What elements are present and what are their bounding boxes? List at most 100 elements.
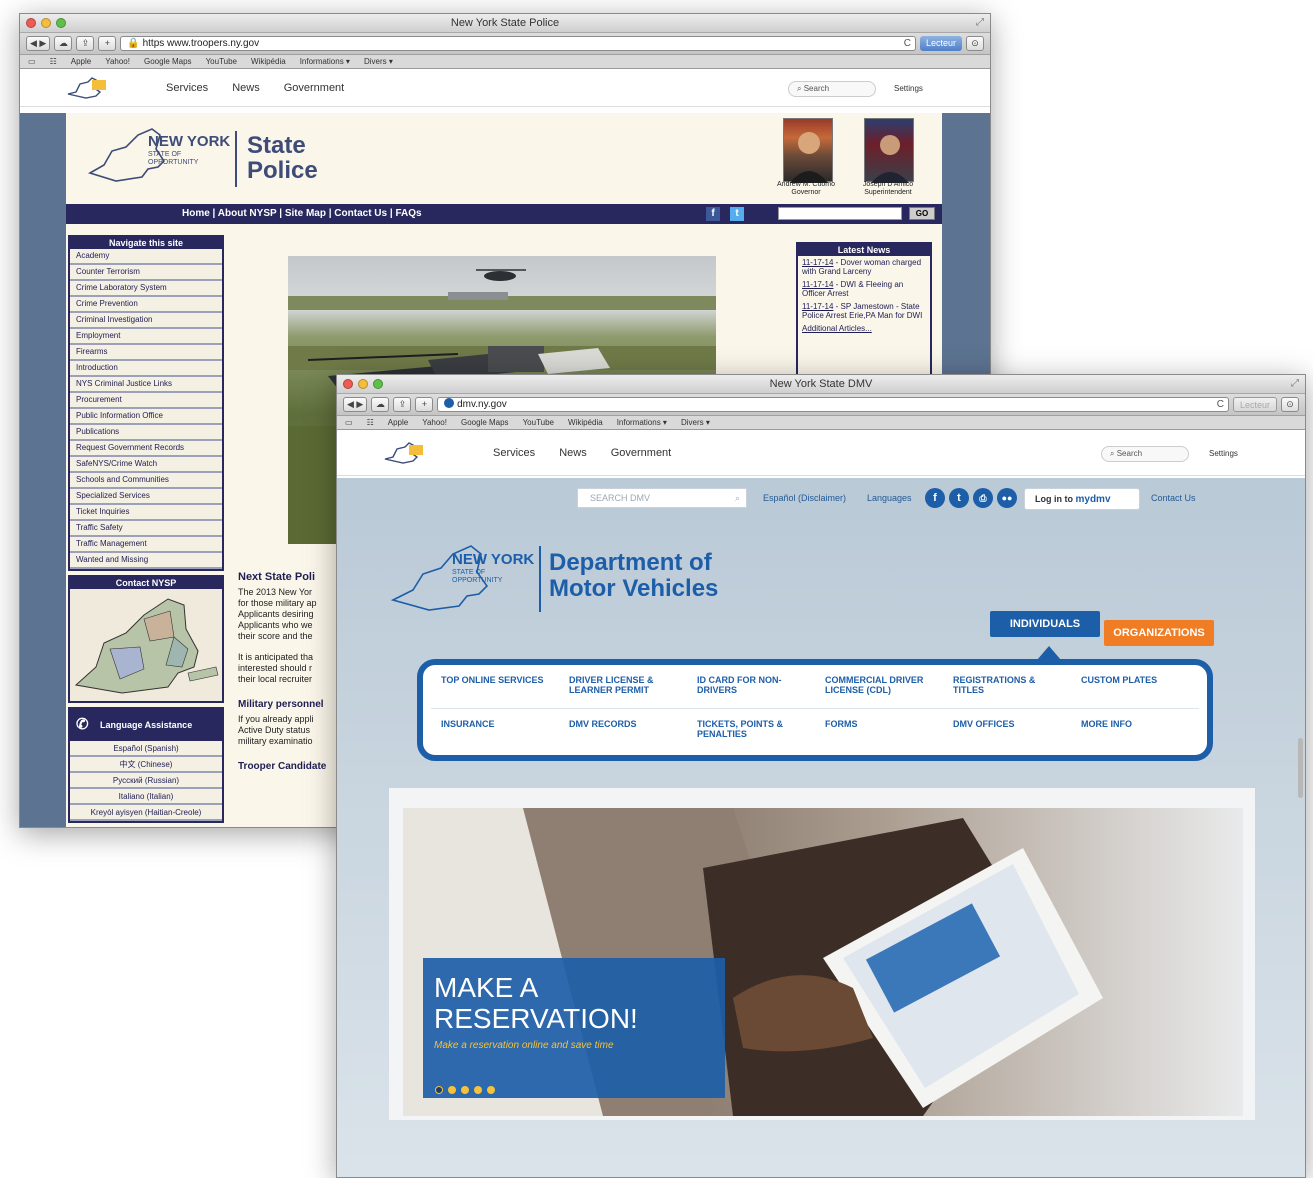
twitter-icon[interactable]: t: [730, 207, 744, 221]
bookmark-item[interactable]: Wikipédia: [251, 57, 286, 66]
sidebar-item[interactable]: SafeNYS/Crime Watch: [70, 457, 222, 473]
nav-government[interactable]: Government: [284, 82, 345, 94]
sidebar-item[interactable]: Counter Terrorism: [70, 265, 222, 281]
sidebar-item[interactable]: Procurement: [70, 393, 222, 409]
tab-organizations[interactable]: ORGANIZATIONS: [1104, 620, 1214, 646]
police-nav-links[interactable]: Home | About NYSP | Site Map | Contact U…: [182, 208, 422, 219]
carousel-dot[interactable]: [487, 1086, 495, 1094]
nav-news[interactable]: News: [232, 82, 260, 94]
back-forward-button[interactable]: ◀ ▶: [26, 36, 51, 51]
go-button[interactable]: GO: [909, 207, 935, 220]
sidebar-item[interactable]: Wanted and Missing: [70, 553, 222, 569]
top-sites-icon[interactable]: ☷: [50, 57, 57, 66]
language-item[interactable]: Kreyòl ayisyen (Haitian-Creole): [70, 805, 222, 821]
search-icon[interactable]: ⌕: [735, 489, 740, 507]
language-item[interactable]: Español (Spanish): [70, 741, 222, 757]
sidebar-item[interactable]: Crime Prevention: [70, 297, 222, 313]
icloud-tabs-icon[interactable]: ☁: [54, 36, 73, 51]
sidebar-item[interactable]: Academy: [70, 249, 222, 265]
bookmark-item[interactable]: YouTube: [523, 418, 554, 427]
print-icon[interactable]: ⎙: [973, 488, 993, 508]
menu-item[interactable]: DMV OFFICES: [943, 709, 1071, 753]
sidebar-item[interactable]: Schools and Communities: [70, 473, 222, 489]
reservation-banner[interactable]: MAKE A RESERVATION! Make a reservation on…: [423, 958, 725, 1098]
news-date[interactable]: 11-17-14: [802, 302, 833, 311]
share-icon[interactable]: ⇪: [393, 397, 412, 412]
menu-item[interactable]: REGISTRATIONS & TITLES: [943, 665, 1071, 709]
facebook-icon[interactable]: f: [706, 207, 720, 221]
top-sites-icon[interactable]: ☷: [367, 418, 374, 427]
language-item[interactable]: 中文 (Chinese): [70, 757, 222, 773]
superintendent-portrait[interactable]: [864, 118, 914, 183]
sidebar-item[interactable]: Crime Laboratory System: [70, 281, 222, 297]
menu-item[interactable]: INSURANCE: [431, 709, 559, 753]
menu-item[interactable]: TICKETS, POINTS & PENALTIES: [687, 709, 815, 753]
fullscreen-icon[interactable]: ⤢: [976, 17, 984, 28]
menu-item[interactable]: DRIVER LICENSE & LEARNER PERMIT: [559, 665, 687, 709]
bookmark-item[interactable]: Divers ▾: [681, 418, 710, 427]
twitter-icon[interactable]: t: [949, 488, 969, 508]
reading-list-icon[interactable]: ▭: [345, 418, 353, 427]
nav-government[interactable]: Government: [611, 447, 672, 459]
scrollbar[interactable]: [1298, 738, 1303, 798]
carousel-dot[interactable]: [474, 1086, 482, 1094]
sidebar-item[interactable]: NYS Criminal Justice Links: [70, 377, 222, 393]
carousel-dot[interactable]: [448, 1086, 456, 1094]
news-more-link[interactable]: Additional Articles...: [798, 322, 930, 335]
bookmark-item[interactable]: Yahoo!: [422, 418, 447, 427]
bookmark-item[interactable]: Apple: [71, 57, 91, 66]
reload-icon[interactable]: C: [904, 37, 911, 50]
login-mydmv-button[interactable]: Log in to mydmv: [1024, 488, 1140, 510]
language-item[interactable]: Italiano (Italian): [70, 789, 222, 805]
nygov-settings-link[interactable]: Settings: [1209, 449, 1238, 458]
menu-item[interactable]: DMV RECORDS: [559, 709, 687, 753]
sidebar-item[interactable]: Public Information Office: [70, 409, 222, 425]
bookmark-item[interactable]: Informations ▾: [300, 57, 350, 66]
bookmark-item[interactable]: Yahoo!: [105, 57, 130, 66]
languages-link[interactable]: Languages: [867, 493, 912, 503]
sidebar-item[interactable]: Request Government Records: [70, 441, 222, 457]
sidebar-item[interactable]: Traffic Management: [70, 537, 222, 553]
governor-portrait[interactable]: [783, 118, 833, 183]
news-item[interactable]: 11-17-14 - Dover woman charged with Gran…: [798, 256, 930, 278]
reload-icon[interactable]: C: [1217, 398, 1224, 411]
reading-list-icon[interactable]: ▭: [28, 57, 36, 66]
bookmark-item[interactable]: Google Maps: [144, 57, 192, 66]
carousel-dot[interactable]: [435, 1086, 443, 1094]
menu-item[interactable]: COMMERCIAL DRIVER LICENSE (CDL): [815, 665, 943, 709]
downloads-icon[interactable]: ⊙: [1281, 397, 1299, 412]
news-item[interactable]: 11-17-14 - DWI & Fleeing an Officer Arre…: [798, 278, 930, 300]
nygov-search-input[interactable]: ⌕ Search: [1101, 446, 1189, 462]
menu-item[interactable]: MORE INFO: [1071, 709, 1199, 753]
nygov-search-input[interactable]: ⌕ Search: [788, 81, 876, 97]
nygov-logo-icon[interactable]: [66, 76, 110, 100]
sidebar-item[interactable]: Firearms: [70, 345, 222, 361]
flickr-icon[interactable]: ●●: [997, 488, 1017, 508]
nav-services[interactable]: Services: [166, 82, 208, 94]
menu-item[interactable]: TOP ONLINE SERVICES: [431, 665, 559, 709]
tab-individuals[interactable]: INDIVIDUALS: [990, 611, 1100, 637]
reader-button[interactable]: Lecteur: [919, 36, 962, 51]
menu-item[interactable]: FORMS: [815, 709, 943, 753]
new-tab-button[interactable]: +: [98, 36, 117, 51]
share-icon[interactable]: ⇪: [76, 36, 95, 51]
nygov-settings-link[interactable]: Settings: [894, 84, 923, 93]
police-search-input[interactable]: [778, 207, 902, 220]
sidebar-item[interactable]: Traffic Safety: [70, 521, 222, 537]
espanol-link[interactable]: Español (Disclaimer): [763, 493, 846, 503]
sidebar-item[interactable]: Publications: [70, 425, 222, 441]
back-forward-button[interactable]: ◀ ▶: [343, 397, 368, 412]
bookmark-item[interactable]: Google Maps: [461, 418, 509, 427]
news-date[interactable]: 11-17-14: [802, 258, 833, 267]
bookmark-item[interactable]: Apple: [388, 418, 408, 427]
bookmark-item[interactable]: Informations ▾: [617, 418, 667, 427]
troop-map-icon[interactable]: [70, 589, 222, 701]
sidebar-item[interactable]: Criminal Investigation: [70, 313, 222, 329]
icloud-tabs-icon[interactable]: ☁: [371, 397, 390, 412]
news-date[interactable]: 11-17-14: [802, 280, 833, 289]
carousel-dot[interactable]: [461, 1086, 469, 1094]
contact-us-link[interactable]: Contact Us: [1151, 493, 1196, 503]
nygov-logo-icon[interactable]: [383, 441, 427, 465]
reader-button[interactable]: Lecteur: [1232, 397, 1277, 412]
sidebar-item[interactable]: Introduction: [70, 361, 222, 377]
